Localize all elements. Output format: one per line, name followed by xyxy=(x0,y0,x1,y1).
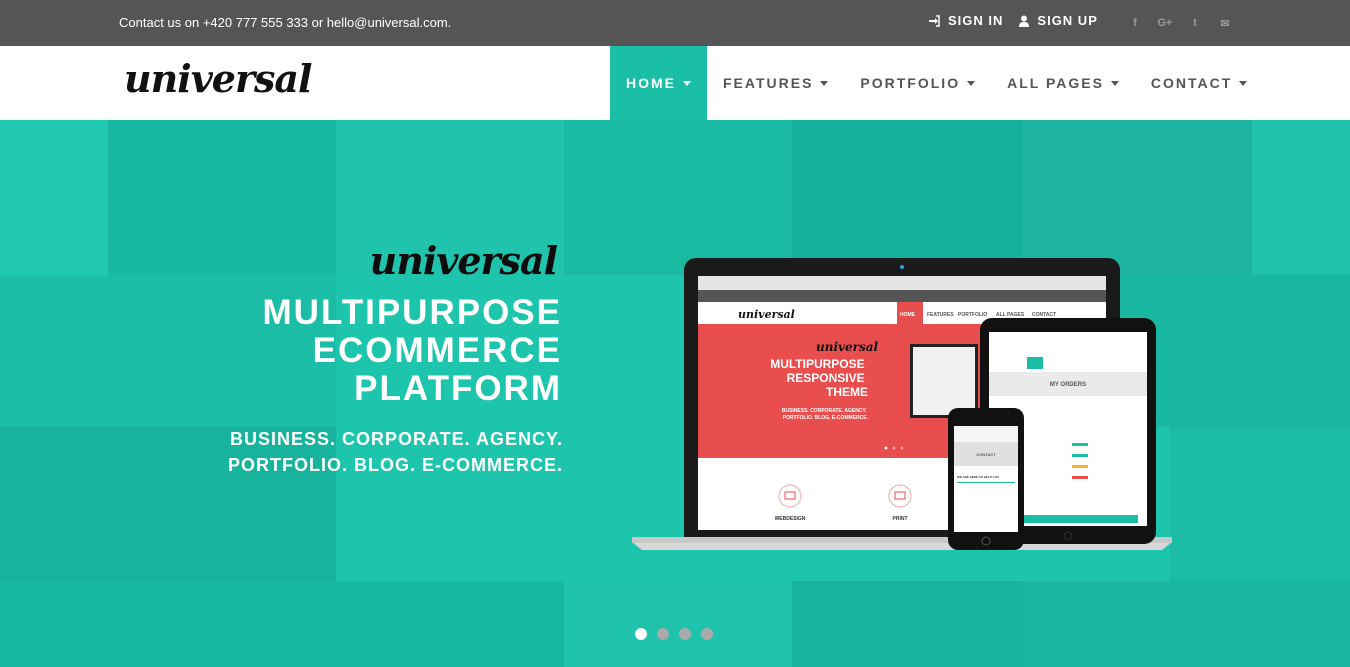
sign-in-icon xyxy=(929,14,940,27)
chevron-down-icon xyxy=(1239,80,1248,86)
nav-item-label: PORTFOLIO xyxy=(860,75,961,91)
hero-logo: universal xyxy=(369,238,558,283)
main-menu: HOME FEATURES PORTFOLIO ALL PAGES CONTAC… xyxy=(610,46,1263,120)
hero-slider: universal MULTIPURPOSE ECOMMERCE PLATFOR… xyxy=(0,120,1350,667)
hero-subtitle-line: BUSINESS. CORPORATE. AGENCY. xyxy=(229,429,563,449)
mockup-nav-item: FEATURES xyxy=(927,312,954,318)
nav-item-portfolio[interactable]: PORTFOLIO xyxy=(844,46,991,120)
slider-dot[interactable] xyxy=(657,628,669,640)
mockup-feature: WEBDESIGN xyxy=(775,516,806,522)
background-tile xyxy=(564,581,792,667)
chevron-down-icon xyxy=(1110,80,1119,86)
main-navbar: universal HOME FEATURES PORTFOLIO ALL PA… xyxy=(0,46,1350,120)
chevron-down-icon xyxy=(683,80,691,86)
mockup-hero-title-line: THEME xyxy=(826,385,868,399)
email-icon[interactable]: ✉ xyxy=(1210,16,1240,30)
hero-title-line: PLATFORM xyxy=(354,369,562,408)
mockup-hero-title-line: RESPONSIVE xyxy=(787,371,865,385)
mockup-hero-logo: universal xyxy=(816,340,878,354)
facebook-icon[interactable]: f xyxy=(1120,16,1150,30)
nav-item-home[interactable]: HOME xyxy=(610,46,707,120)
mockup-nav-item: CONTACT xyxy=(1032,312,1056,318)
mockup-nav-item: HOME xyxy=(900,312,916,318)
sign-up-link[interactable]: SIGN UP xyxy=(1019,13,1097,28)
background-tile xyxy=(0,120,108,275)
slider-dot[interactable] xyxy=(635,628,647,640)
hero-title: MULTIPURPOSE ECOMMERCE PLATFORM xyxy=(263,294,562,408)
nav-item-label: ALL PAGES xyxy=(1007,75,1104,91)
hero-title-line: ECOMMERCE xyxy=(312,331,562,370)
background-tile xyxy=(1170,427,1350,581)
site-logo[interactable]: universal xyxy=(124,56,312,101)
google-plus-icon[interactable]: G+ xyxy=(1150,16,1180,30)
mockup-hero-sub: BUSINESS. CORPORATE. AGENCY. PORTFOLIO. … xyxy=(782,408,869,421)
hero-subtitle: BUSINESS. CORPORATE. AGENCY. PORTFOLIO. … xyxy=(228,426,563,478)
nav-item-all-pages[interactable]: ALL PAGES xyxy=(991,46,1135,120)
chevron-down-icon xyxy=(967,80,976,86)
sign-in-link[interactable]: SIGN IN xyxy=(928,13,1003,28)
phone-mockup: CONTACT WE ARE HERE TO HELP YOU xyxy=(948,408,1024,550)
mockup-hero-title-line: MULTIPURPOSE xyxy=(770,357,864,371)
nav-item-label: CONTACT xyxy=(1150,75,1233,91)
mockup-phone-heading: CONTACT xyxy=(976,452,996,457)
sign-in-label: SIGN IN xyxy=(948,13,1004,28)
mockup-phone-subheading: WE ARE HERE TO HELP YOU xyxy=(957,475,999,479)
hero-subtitle-line: PORTFOLIO. BLOG. E-COMMERCE. xyxy=(228,455,563,475)
nav-item-label: HOME xyxy=(626,75,676,91)
mockup-logo: universal xyxy=(738,308,795,321)
nav-item-label: FEATURES xyxy=(723,75,814,91)
background-tile xyxy=(108,120,336,275)
sign-up-label: SIGN UP xyxy=(1037,13,1098,28)
slider-pagination xyxy=(635,628,723,640)
background-tile xyxy=(0,581,564,667)
mockup-tablet-heading: MY ORDERS xyxy=(1050,382,1086,388)
twitter-icon[interactable]: t xyxy=(1180,16,1210,30)
background-tile xyxy=(1022,120,1252,275)
mockup-nav-item: ALL PAGES xyxy=(996,312,1025,318)
auth-links: SIGN IN SIGN UP xyxy=(928,13,1114,28)
chevron-down-icon xyxy=(820,80,829,86)
top-bar: Contact us on +420 777 555 333 or hello@… xyxy=(0,0,1350,46)
background-tile xyxy=(792,581,1022,667)
mockup-hero-sub-line: BUSINESS. CORPORATE. AGENCY. xyxy=(782,408,867,414)
slider-dot[interactable] xyxy=(679,628,691,640)
background-tile xyxy=(1022,581,1350,667)
hero-title-line: MULTIPURPOSE xyxy=(262,293,562,332)
mockup-nav-item: PORTFOLIO xyxy=(958,312,987,318)
user-icon xyxy=(1019,15,1030,27)
social-links: f G+ t ✉ xyxy=(1120,16,1240,30)
background-tile xyxy=(564,120,792,275)
slider-dot[interactable] xyxy=(701,628,713,640)
mockup-hero-sub-line: PORTFOLIO. BLOG. E-COMMERCE. xyxy=(783,415,869,421)
background-tile xyxy=(792,120,1022,275)
background-tile xyxy=(1252,120,1350,275)
nav-item-features[interactable]: FEATURES xyxy=(707,46,844,120)
device-mockup: universal HOME FEATURES PORTFOLIO ALL PA… xyxy=(632,258,1172,550)
nav-item-contact[interactable]: CONTACT xyxy=(1135,46,1263,120)
contact-info: Contact us on +420 777 555 333 or hello@… xyxy=(119,15,452,30)
mockup-feature: PRINT xyxy=(893,516,908,522)
